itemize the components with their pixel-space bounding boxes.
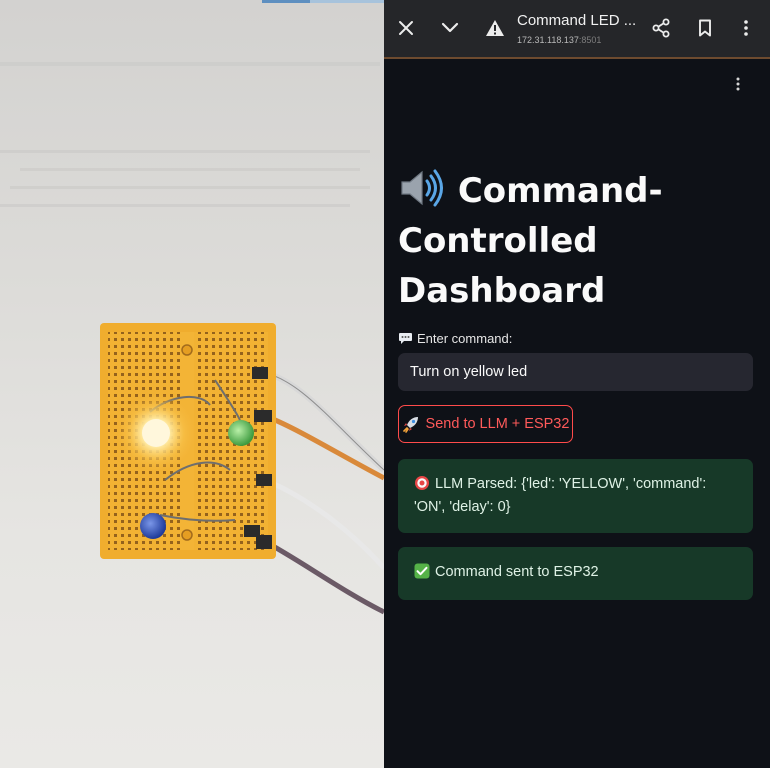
target-icon	[414, 475, 430, 491]
command-sent-text: Command sent to ESP32	[435, 564, 599, 580]
url-port: :8501	[578, 35, 602, 45]
llm-parsed-alert: LLM Parsed: {'led': 'YELLOW', 'command':…	[398, 459, 753, 533]
llm-parsed-text: LLM Parsed: {'led': 'YELLOW', 'command':…	[414, 476, 707, 515]
command-input-label: Enter command:	[398, 331, 512, 346]
check-box-icon	[414, 563, 430, 579]
browser-toolbar: Command LED ... 172.31.118.137:8501	[384, 0, 770, 59]
breadboard-photo	[0, 0, 384, 768]
bookmark-icon[interactable]	[692, 15, 718, 41]
url-host: 172.31.118.137	[517, 35, 579, 45]
command-input[interactable]: Turn on yellow led	[398, 353, 753, 391]
app-menu-icon[interactable]	[730, 74, 746, 94]
speech-bubble-icon	[398, 332, 413, 345]
page-url[interactable]: 172.31.118.137:8501	[517, 35, 601, 45]
page-tab-title[interactable]: Command LED ...	[517, 12, 642, 29]
send-button-label: Send to LLM + ESP32	[425, 416, 570, 432]
chevron-down-icon[interactable]	[437, 15, 463, 41]
rocket-icon	[402, 415, 420, 433]
breadboard-illustration	[0, 62, 384, 615]
page-title: Command-Controlled Dashboard	[398, 166, 758, 316]
command-sent-alert: Command sent to ESP32	[398, 547, 753, 600]
speaker-icon	[398, 168, 446, 208]
command-label-text: Enter command:	[417, 331, 513, 346]
mobile-browser: Command LED ... 172.31.118.137:8501 Comm…	[384, 0, 770, 768]
share-icon[interactable]	[648, 15, 674, 41]
kebab-menu-icon[interactable]	[733, 15, 759, 41]
send-button[interactable]: Send to LLM + ESP32	[398, 405, 573, 443]
close-icon[interactable]	[393, 15, 419, 41]
warning-triangle-icon[interactable]	[482, 15, 508, 41]
